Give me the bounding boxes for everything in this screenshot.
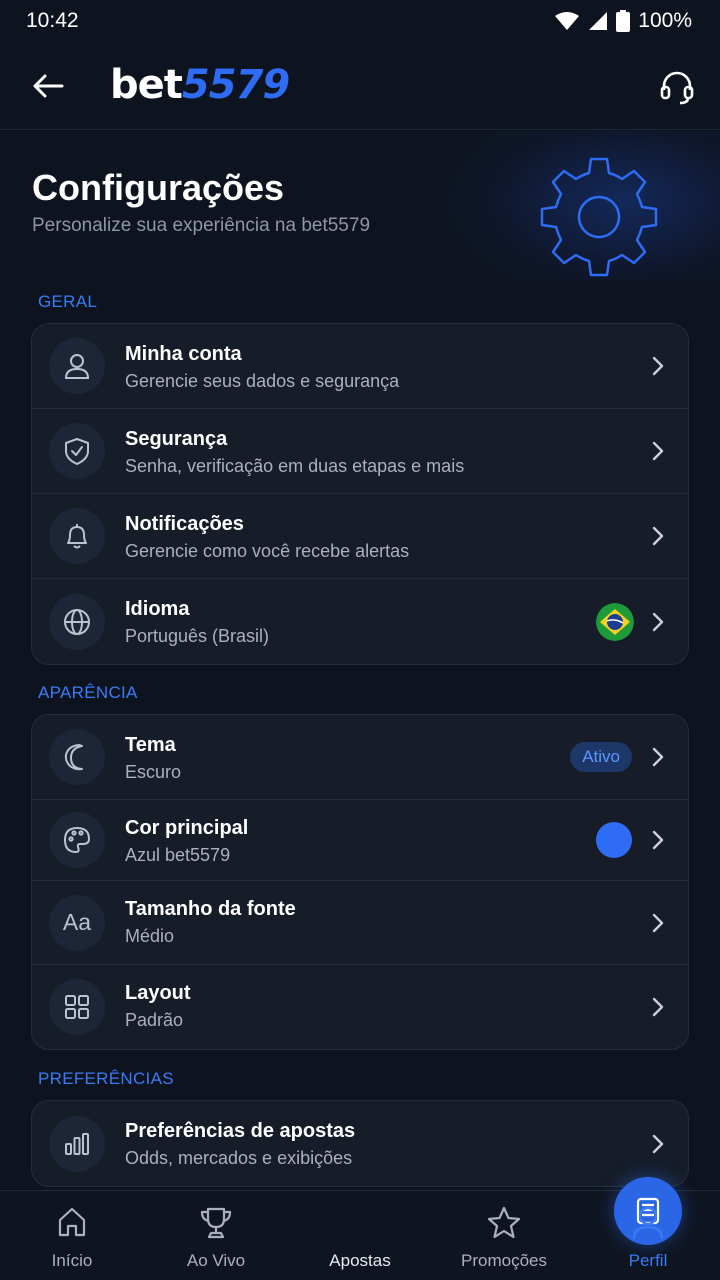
item-title: Minha conta (125, 343, 242, 365)
person-icon (632, 1206, 664, 1240)
back-arrow-icon[interactable] (30, 68, 66, 104)
color-swatch (596, 822, 632, 858)
settings-item-seguranca[interactable]: Segurança Senha, verificação em duas eta… (32, 409, 688, 494)
settings-card-preferencias: Preferências de apostas Odds, mercados e… (31, 1100, 689, 1187)
nav-label: Perfil (628, 1251, 668, 1270)
item-subtitle: Azul bet5579 (125, 845, 231, 865)
item-title: Layout (125, 982, 191, 1004)
item-subtitle: Médio (125, 926, 175, 946)
item-subtitle: Gerencie como você recebe alertas (125, 541, 410, 561)
item-subtitle: Gerencie seus dados e segurança (125, 371, 400, 391)
battery-level: 100% (638, 9, 692, 32)
item-subtitle: Senha, verificação em duas etapas e mais (125, 456, 465, 476)
gear-icon (540, 157, 658, 277)
trophy-icon (200, 1207, 232, 1239)
chevron-right-icon (652, 356, 664, 376)
settings-card-aparencia: Tema Escuro Ativo Cor principal Azul bet… (31, 714, 689, 1050)
home-icon (58, 1207, 86, 1237)
item-subtitle: Odds, mercados e exibições (125, 1148, 353, 1168)
settings-card-geral: Minha conta Gerencie seus dados e segura… (31, 323, 689, 665)
star-icon (487, 1206, 521, 1239)
status-bar: 10:42 100% (0, 0, 720, 42)
globe-icon (49, 593, 105, 650)
nav-label: Apostas (329, 1251, 391, 1270)
brazil-flag-icon (596, 602, 634, 641)
nav-item-promocoes[interactable]: Promoções (432, 1191, 576, 1280)
shield-check-icon (49, 423, 105, 479)
nav-label: Início (51, 1251, 93, 1270)
app-bar: bet5579 (0, 42, 720, 130)
nav-label: Ao Vivo (186, 1251, 246, 1270)
item-subtitle: Português (Brasil) (125, 626, 270, 646)
status-badge: Ativo (570, 742, 632, 772)
logo-text-number: 5579 (181, 62, 290, 108)
nav-item-ao-vivo[interactable]: Ao Vivo (144, 1191, 288, 1280)
moon-icon (49, 729, 105, 785)
chevron-right-icon (652, 441, 664, 461)
settings-item-tamanho-fonte[interactable]: Aa Tamanho da fonte Médio (32, 881, 688, 965)
bell-icon (49, 508, 105, 564)
settings-item-idioma[interactable]: Idioma Português (Brasil) (32, 579, 688, 664)
font-size-icon: Aa (49, 894, 105, 951)
chevron-right-icon (652, 1134, 664, 1153)
settings-item-tema[interactable]: Tema Escuro Ativo (32, 715, 688, 800)
nav-item-inicio[interactable]: Início (0, 1191, 144, 1280)
item-title: Preferências de apostas (125, 1120, 356, 1142)
grid-icon (49, 979, 105, 1035)
settings-item-cor-principal[interactable]: Cor principal Azul bet5579 (32, 800, 688, 881)
bar-chart-icon (49, 1115, 105, 1172)
item-title: Notificações (125, 513, 244, 535)
brand-logo: bet5579 (110, 62, 290, 108)
chevron-right-icon (652, 913, 664, 932)
item-subtitle: Escuro (125, 762, 182, 782)
font-size-icon-text: Aa (62, 909, 92, 935)
chevron-right-icon (652, 612, 664, 631)
nav-label: Promoções (461, 1251, 547, 1270)
chevron-right-icon (652, 526, 664, 546)
signal-icon (589, 12, 608, 30)
item-title: Segurança (125, 428, 228, 450)
section-label-geral: GERAL (38, 292, 98, 311)
chevron-right-icon (652, 747, 664, 767)
user-icon (49, 338, 105, 394)
wifi-icon (555, 12, 580, 30)
section-label-preferencias: PREFERÊNCIAS (38, 1069, 174, 1088)
status-icons: 100% (554, 9, 692, 33)
item-subtitle: Padrão (125, 1010, 184, 1030)
settings-item-layout[interactable]: Layout Padrão (32, 965, 688, 1049)
section-label-aparencia: APARÊNCIA (38, 683, 138, 702)
chevron-right-icon (652, 997, 664, 1017)
nav-item-perfil[interactable]: Perfil (576, 1191, 720, 1280)
item-title: Tamanho da fonte (125, 898, 296, 920)
palette-icon (49, 812, 105, 868)
item-title: Idioma (125, 598, 190, 620)
settings-item-minha-conta[interactable]: Minha conta Gerencie seus dados e segura… (32, 324, 688, 409)
battery-icon (616, 10, 631, 32)
page-header: Configurações Personalize sua experiênci… (0, 131, 720, 281)
settings-item-preferencias-apostas[interactable]: Preferências de apostas Odds, mercados e… (32, 1101, 688, 1186)
chevron-right-icon (652, 830, 664, 850)
page-title: Configurações (32, 167, 285, 208)
item-title: Cor principal (125, 817, 249, 839)
headset-icon[interactable] (658, 68, 696, 106)
status-time: 10:42 (26, 9, 79, 32)
bottom-navigation: Início Ao Vivo Apostas Promoções Perfil (0, 1177, 720, 1280)
settings-item-notificacoes[interactable]: Notificações Gerencie como você recebe a… (32, 494, 688, 579)
item-title: Tema (125, 734, 176, 756)
nav-item-apostas[interactable]: Apostas (288, 1177, 682, 1280)
page-subtitle: Personalize sua experiência na bet5579 (32, 215, 371, 236)
logo-text-bet: bet (110, 62, 183, 108)
